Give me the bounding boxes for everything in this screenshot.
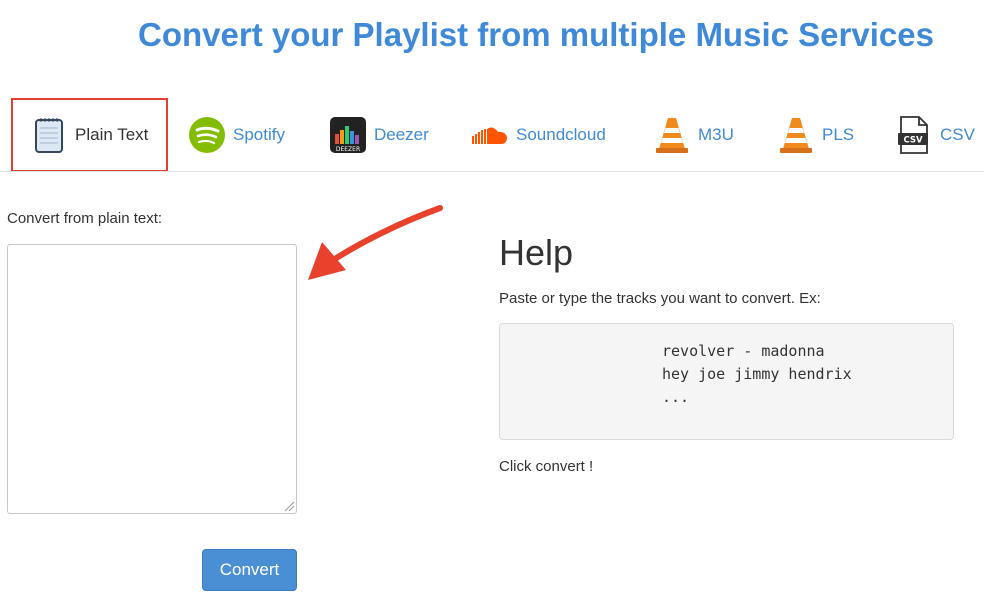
tab-m3u[interactable]: M3U	[652, 98, 734, 172]
help-intro: Paste or type the tracks you want to con…	[499, 290, 821, 307]
soundcloud-icon	[470, 115, 510, 155]
spotify-icon	[187, 115, 227, 155]
vlc-cone-icon	[776, 115, 816, 155]
svg-text:CSV: CSV	[903, 136, 923, 146]
tab-soundcloud[interactable]: Soundcloud	[470, 98, 606, 172]
convert-from-label: Convert from plain text:	[7, 210, 163, 227]
help-title: Help	[499, 232, 574, 273]
tab-label: Spotify	[233, 125, 285, 144]
tab-label: Deezer	[374, 125, 429, 144]
tab-label: PLS	[822, 125, 855, 144]
tab-label: Plain Text	[75, 125, 149, 144]
tab-csv[interactable]: CSV CSV	[894, 98, 975, 172]
tab-label: Soundcloud	[516, 125, 606, 144]
csv-file-icon: CSV	[894, 115, 934, 155]
example-line: revolver - madonna	[662, 342, 825, 360]
example-line: ...	[662, 388, 690, 406]
vlc-cone-icon	[652, 115, 692, 155]
example-line: hey joe jimmy hendrix	[662, 365, 852, 383]
source-tabs: Plain Text Spotify DEEZER Deezer Soundcl…	[0, 98, 984, 172]
help-outro: Click convert !	[499, 458, 594, 475]
convert-button[interactable]: Convert	[202, 549, 297, 591]
red-arrow-annotation	[308, 205, 443, 280]
notepad-icon	[29, 115, 69, 155]
resize-handle-icon[interactable]	[283, 500, 295, 512]
tab-deezer[interactable]: DEEZER Deezer	[328, 98, 429, 172]
tab-plain-text[interactable]: Plain Text	[11, 98, 169, 172]
example-box: revolver - madonna hey joe jimmy hendrix…	[499, 323, 954, 440]
tab-label: CSV	[940, 125, 975, 144]
tracks-textarea[interactable]	[7, 244, 297, 514]
example-lines: revolver - madonna hey joe jimmy hendrix…	[662, 340, 852, 409]
tab-spotify[interactable]: Spotify	[187, 98, 285, 172]
tabs-divider	[0, 171, 984, 172]
tab-label: M3U	[698, 125, 734, 144]
deezer-icon: DEEZER	[328, 115, 368, 155]
svg-text:DEEZER: DEEZER	[336, 146, 360, 153]
tab-pls[interactable]: PLS	[776, 98, 854, 172]
page-title: Convert your Playlist from multiple Musi…	[138, 16, 934, 53]
